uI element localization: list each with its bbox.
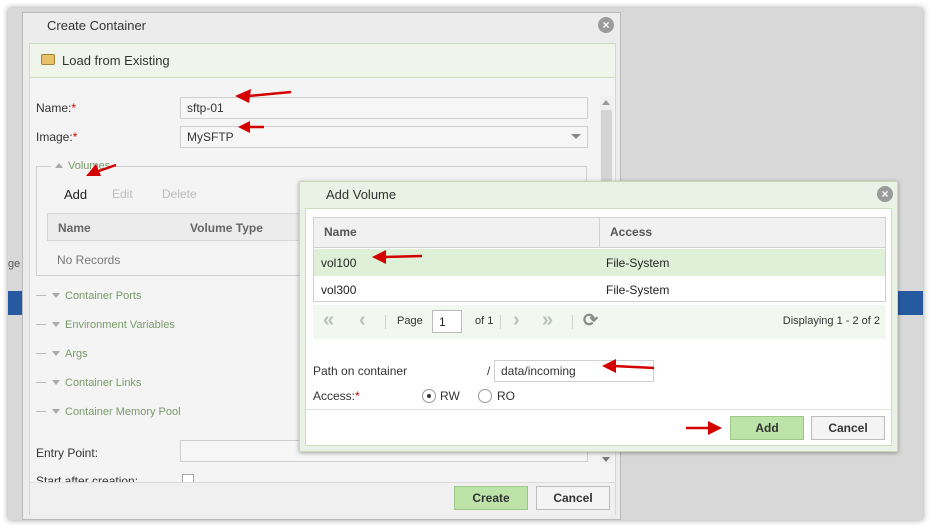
expand-icon bbox=[52, 409, 60, 414]
screen: ge Create Container × Load from Existing… bbox=[8, 8, 923, 520]
add-button[interactable]: Add bbox=[730, 416, 804, 440]
edit-volume-button[interactable]: Edit bbox=[112, 187, 133, 201]
annotation-arrow-icon bbox=[86, 163, 117, 176]
access-rw-radio[interactable] bbox=[422, 389, 436, 403]
image-select-value: MySFTP bbox=[187, 130, 234, 144]
row-name: vol300 bbox=[321, 283, 357, 297]
section-container-memory-pool[interactable]: Container Memory Pool bbox=[36, 406, 181, 418]
column-header-name[interactable]: Name bbox=[58, 221, 91, 235]
section-environment-variables[interactable]: Environment Variables bbox=[36, 319, 175, 331]
annotation-arrow-icon bbox=[235, 89, 292, 103]
volume-grid-header: Name Access bbox=[314, 218, 885, 248]
name-label: Name:* bbox=[36, 101, 77, 115]
collapse-icon bbox=[55, 163, 63, 168]
expand-icon bbox=[52, 322, 60, 327]
background-partial-label: ge bbox=[8, 258, 21, 270]
row-access: File-System bbox=[606, 256, 670, 270]
start-after-creation-checkbox[interactable] bbox=[182, 474, 194, 482]
expand-icon bbox=[52, 380, 60, 385]
section-args[interactable]: Args bbox=[36, 348, 88, 360]
column-divider[interactable] bbox=[599, 218, 600, 248]
path-label: Path on container bbox=[313, 364, 408, 378]
load-from-existing-bar[interactable]: Load from Existing bbox=[30, 44, 615, 78]
close-icon[interactable]: × bbox=[877, 186, 893, 202]
access-label: Access:* bbox=[313, 389, 360, 403]
cancel-button[interactable]: Cancel bbox=[536, 486, 610, 510]
refresh-icon[interactable]: ⟳ bbox=[583, 310, 598, 330]
add-volume-body: Name Access vol100 File-System vol300 Fi… bbox=[305, 208, 892, 446]
last-page-icon[interactable]: » bbox=[542, 310, 553, 330]
load-from-existing-label: Load from Existing bbox=[62, 53, 170, 68]
chevron-down-icon bbox=[571, 134, 581, 139]
scroll-up-icon[interactable] bbox=[602, 100, 610, 105]
next-page-icon[interactable]: › bbox=[513, 310, 520, 330]
dialog-titlebar: Create Container × bbox=[23, 13, 620, 39]
section-container-ports[interactable]: Container Ports bbox=[36, 290, 141, 302]
first-page-icon[interactable]: « bbox=[323, 310, 334, 330]
start-after-creation-label: Start after creation: bbox=[36, 474, 139, 482]
section-container-links[interactable]: Container Links bbox=[36, 377, 141, 389]
pagination-toolbar: « ‹ Page 1 of 1 › » ⟳ Displaying 1 - 2 o… bbox=[313, 305, 886, 339]
column-header-access[interactable]: Access bbox=[610, 225, 652, 239]
image-label: Image:* bbox=[36, 130, 78, 144]
page-label: Page bbox=[397, 315, 423, 327]
scroll-down-icon[interactable] bbox=[602, 457, 610, 462]
annotation-arrow-icon bbox=[602, 359, 655, 373]
access-ro-radio[interactable] bbox=[478, 389, 492, 403]
delete-volume-button[interactable]: Delete bbox=[162, 187, 197, 201]
folder-icon bbox=[41, 54, 55, 65]
column-header-name[interactable]: Name bbox=[324, 225, 357, 239]
column-header-volume-type[interactable]: Volume Type bbox=[190, 221, 263, 235]
create-button[interactable]: Create bbox=[454, 486, 528, 510]
add-volume-dialog: Add Volume × Name Access vol100 File-Sys… bbox=[299, 181, 898, 452]
expand-icon bbox=[52, 351, 60, 356]
add-volume-title: Add Volume bbox=[326, 187, 397, 202]
page-number-input[interactable]: 1 bbox=[432, 310, 462, 333]
add-volume-button[interactable]: Add bbox=[64, 187, 87, 202]
displaying-count: Displaying 1 - 2 of 2 bbox=[782, 315, 880, 327]
path-prefix: / bbox=[487, 364, 491, 378]
cancel-button[interactable]: Cancel bbox=[811, 416, 885, 440]
annotation-arrow-icon bbox=[686, 421, 722, 435]
dialog-title: Create Container bbox=[47, 18, 146, 33]
volumes-empty-text: No Records bbox=[57, 253, 121, 267]
close-icon[interactable]: × bbox=[598, 17, 614, 33]
prev-page-icon[interactable]: ‹ bbox=[359, 310, 366, 330]
access-ro-label[interactable]: RO bbox=[497, 389, 515, 403]
annotation-arrow-icon bbox=[372, 250, 423, 264]
annotation-arrow-icon bbox=[238, 121, 264, 133]
expand-icon bbox=[52, 293, 60, 298]
page-of-label: of 1 bbox=[475, 315, 494, 327]
entry-point-label: Entry Point: bbox=[36, 446, 99, 460]
row-name: vol100 bbox=[321, 256, 357, 270]
access-rw-label[interactable]: RW bbox=[440, 389, 460, 403]
table-row[interactable]: vol300 File-System bbox=[314, 276, 885, 303]
row-access: File-System bbox=[606, 283, 670, 297]
